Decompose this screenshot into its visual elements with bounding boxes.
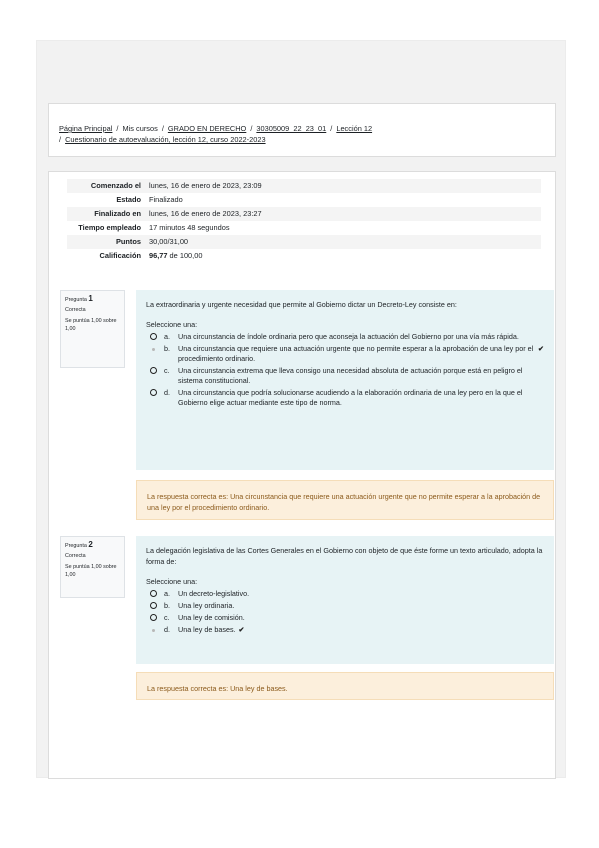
question-info: Pregunta 1 Correcta Se puntúa 1,00 sobre… [60, 290, 125, 368]
summary-label: Estado [116, 195, 141, 204]
answer-text: Una ley de comisión. [178, 613, 245, 622]
quiz-review-region: Comenzado el lunes, 16 de enero de 2023,… [48, 171, 556, 779]
answer-letter: d. [164, 625, 170, 634]
answer-letter: c. [164, 613, 170, 622]
answer-option[interactable]: c. Una circunstancia extrema que lleva co… [146, 366, 544, 386]
question-score: Se puntúa 1,00 sobre 1,00 [65, 564, 117, 578]
answer-text: Una circunstancia de índole ordinaria pe… [178, 332, 519, 341]
question-number: 1 [88, 294, 93, 303]
answer-prompt: Seleccione una: [146, 320, 198, 329]
summary-label: Calificación [99, 251, 141, 260]
answer-letter: d. [164, 388, 170, 397]
radio-icon[interactable] [150, 367, 157, 374]
radio-icon[interactable] [150, 602, 157, 609]
page-header: Página Principal / Mis cursos / GRADO EN DER… [48, 103, 556, 157]
answer-text: Una ley de bases. [178, 625, 236, 634]
answer-option[interactable]: b. Una ley ordinaria. [146, 601, 544, 611]
answer-text: Una circunstancia que requiere una actua… [178, 344, 534, 363]
radio-icon[interactable] [150, 389, 157, 396]
grade-value: 96,77 [149, 251, 168, 260]
breadcrumb: Página Principal / Mis cursos / GRADO EN DER… [59, 124, 373, 144]
summary-value: 96,77 de 100,00 [145, 249, 541, 263]
summary-row: Puntos 30,00/31,00 [67, 235, 541, 249]
answer-letter: a. [164, 589, 170, 598]
summary-row: Tiempo empleado 17 minutos 48 segundos [67, 221, 541, 235]
answer-text: Un decreto-legislativo. [178, 589, 250, 598]
summary-value: 17 minutos 48 segundos [149, 223, 230, 232]
answer-text: Una circunstancia que podría solucionars… [178, 388, 523, 407]
breadcrumb-lesson-link[interactable]: Lección 12 [336, 124, 372, 133]
answer-letter: b. [164, 344, 170, 353]
question-state: Correcta [65, 307, 86, 313]
breadcrumb-my-courses: Mis cursos [122, 124, 158, 133]
question-state: Correcta [65, 553, 86, 559]
question-number: 2 [88, 540, 93, 549]
summary-row: Estado Finalizado [67, 193, 541, 207]
question-info: Pregunta 2 Correcta Se puntúa 1,00 sobre… [60, 536, 125, 598]
answer-text: Una circunstancia extrema que lleva cons… [178, 366, 523, 385]
summary-label: Puntos [115, 237, 141, 246]
question-prefix: Pregunta [65, 297, 87, 303]
radio-icon[interactable] [150, 614, 157, 621]
correct-answer-feedback: La respuesta correcta es: Una circunstan… [136, 480, 554, 520]
answer-option[interactable]: b. Una circunstancia que requiere una act… [146, 344, 544, 364]
radio-icon[interactable] [150, 333, 157, 340]
answer-text: Una ley ordinaria. [178, 601, 235, 610]
summary-row: Comenzado el lunes, 16 de enero de 2023,… [67, 179, 541, 193]
answer-option[interactable]: d. Una circunstancia que podría soluciona… [146, 388, 544, 408]
question-content: La extraordinaria y urgente necesidad qu… [136, 290, 554, 470]
answer-option[interactable]: d. Una ley de bases. ✔ [146, 625, 544, 635]
breadcrumb-course-link[interactable]: 30305009_22_23_01 [256, 124, 326, 133]
answer-option[interactable]: a. Un decreto-legislativo. [146, 589, 544, 599]
question-score: Se puntúa 1,00 sobre 1,00 [65, 318, 117, 332]
check-icon: ✔ [238, 625, 245, 634]
radio-selected-icon[interactable] [152, 348, 155, 351]
question-text: La delegación legislativa de las Cortes … [146, 546, 543, 566]
summary-value: lunes, 16 de enero de 2023, 23:27 [149, 209, 262, 218]
summary-label: Comenzado el [90, 181, 141, 190]
answer-option[interactable]: a. Una circunstancia de índole ordinaria … [146, 332, 544, 342]
answer-option[interactable]: c. Una ley de comisión. [146, 613, 544, 623]
radio-icon[interactable] [150, 590, 157, 597]
attempt-summary-table: Comenzado el lunes, 16 de enero de 2023,… [67, 179, 541, 263]
breadcrumb-home-link[interactable]: Página Principal [59, 124, 112, 133]
answer-prompt: Seleccione una: [146, 577, 198, 586]
summary-value: 30,00/31,00 [149, 237, 189, 246]
correct-answer-feedback: La respuesta correcta es: Una ley de bas… [136, 672, 554, 700]
radio-selected-icon[interactable] [152, 629, 155, 632]
question-prefix: Pregunta [65, 543, 87, 549]
answer-letter: c. [164, 366, 170, 375]
question-text: La extraordinaria y urgente necesidad qu… [146, 300, 457, 309]
answer-letter: b. [164, 601, 170, 610]
summary-row: Calificación 96,77 de 100,00 [67, 249, 541, 263]
breadcrumb-quiz-link[interactable]: Cuestionario de autoevaluación, lección … [65, 135, 266, 144]
question-content: La delegación legislativa de las Cortes … [136, 536, 554, 664]
grade-total: de 100,00 [167, 251, 203, 260]
page-canvas: Página Principal / Mis cursos / GRADO EN DER… [36, 40, 566, 779]
summary-label: Finalizado en [94, 209, 141, 218]
summary-row: Finalizado en lunes, 16 de enero de 2023… [67, 207, 541, 221]
summary-value: Finalizado [149, 195, 183, 204]
breadcrumb-degree-link[interactable]: GRADO EN DERECHO [168, 124, 246, 133]
summary-value: lunes, 16 de enero de 2023, 23:09 [149, 181, 262, 190]
check-icon: ✔ [537, 344, 544, 353]
answer-letter: a. [164, 332, 170, 341]
summary-label: Tiempo empleado [78, 223, 141, 232]
